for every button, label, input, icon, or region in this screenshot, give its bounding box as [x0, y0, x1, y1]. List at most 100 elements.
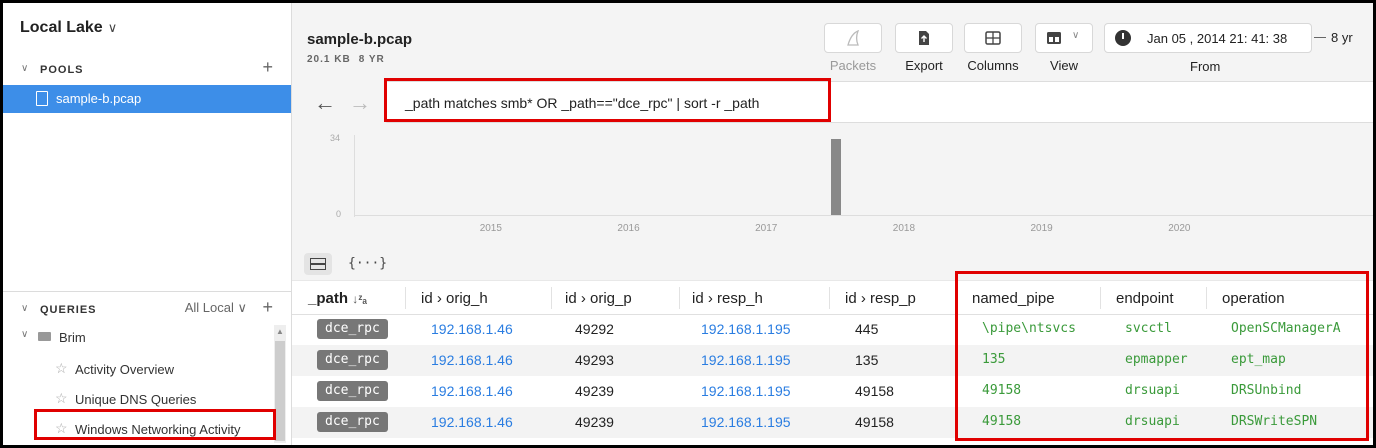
chevron-down-icon: ∨ — [1072, 30, 1080, 41]
queries-section-header[interactable]: ∨ QUERIES All Local ∨ + — [3, 297, 291, 323]
path-badge[interactable]: dce_rpc — [317, 319, 388, 339]
highlight-box-columns — [955, 271, 1369, 441]
query-folder-brim[interactable]: ∨ Brim — [3, 325, 273, 349]
query-item-activity-overview[interactable]: ☆ Activity Overview — [3, 356, 273, 382]
orig-p-cell[interactable]: 49292 — [575, 321, 614, 337]
file-icon — [36, 91, 48, 106]
x-tick-label: 2019 — [1030, 223, 1053, 234]
pools-section-header[interactable]: ∨ POOLS + — [3, 57, 291, 83]
table-view-tab[interactable] — [304, 253, 332, 275]
pool-title: sample-b.pcap — [307, 31, 413, 48]
column-resizer[interactable] — [679, 287, 680, 309]
columns-icon — [985, 31, 1001, 45]
resp-p-cell[interactable]: 135 — [855, 352, 878, 368]
x-tick-label: 2016 — [617, 223, 640, 234]
lake-selector[interactable]: Local Lake ∨ — [20, 19, 117, 37]
histogram-bar[interactable] — [830, 139, 841, 215]
x-axis — [354, 215, 1373, 216]
queries-scope-label: All Local — [184, 300, 234, 315]
query-item-label: Unique DNS Queries — [75, 392, 197, 407]
column-header-orig-p[interactable]: id › orig_p — [565, 290, 632, 307]
highlight-box-query — [34, 409, 276, 440]
scroll-up-icon[interactable]: ▲ — [276, 327, 284, 336]
json-view-tab[interactable]: {···} — [348, 256, 387, 271]
range-separator — [1314, 37, 1326, 38]
histogram-chart: 34 0 2015 2016 2017 2018 2019 2020 — [292, 127, 1373, 245]
pool-item-sample-b[interactable]: sample-b.pcap — [3, 85, 291, 113]
column-header-resp-h[interactable]: id › resp_h — [692, 290, 763, 307]
x-tick-label: 2017 — [755, 223, 778, 234]
packets-button[interactable]: Packets — [824, 23, 882, 73]
export-icon — [919, 31, 929, 45]
collapse-caret-icon[interactable]: ∨ — [21, 303, 29, 314]
collapse-caret-icon[interactable]: ∨ — [21, 63, 29, 74]
table-icon — [310, 258, 326, 270]
query-folder-label: Brim — [59, 330, 86, 345]
column-resizer[interactable] — [829, 287, 830, 309]
queries-scope-dropdown[interactable]: All Local ∨ — [185, 300, 247, 316]
column-header-path[interactable]: _path ↓ᶻₐ — [308, 290, 367, 307]
resp-h-cell[interactable]: 192.168.1.195 — [701, 414, 791, 430]
orig-h-cell[interactable]: 192.168.1.46 — [431, 352, 513, 368]
columns-button[interactable]: Columns — [964, 23, 1022, 73]
star-icon[interactable]: ☆ — [55, 390, 68, 407]
add-query-button[interactable]: + — [262, 297, 274, 318]
pool-meta: 20.1 KB 8 YR — [307, 54, 393, 65]
pool-item-label: sample-b.pcap — [56, 91, 142, 106]
packets-label: Packets — [829, 58, 877, 73]
y-tick-label: 0 — [336, 209, 342, 219]
column-header-resp-p[interactable]: id › resp_p — [845, 290, 916, 307]
x-tick-label: 2020 — [1168, 223, 1191, 234]
scrollbar-thumb[interactable] — [275, 341, 285, 441]
from-label: From — [1190, 59, 1221, 74]
path-badge[interactable]: dce_rpc — [317, 412, 388, 432]
shark-fin-icon — [847, 30, 860, 46]
resp-p-cell[interactable]: 49158 — [855, 383, 894, 399]
column-header-orig-h[interactable]: id › orig_h — [421, 290, 488, 307]
folder-icon — [38, 332, 51, 341]
add-pool-button[interactable]: + — [262, 57, 274, 78]
chevron-down-icon: ∨ — [107, 20, 118, 35]
path-badge[interactable]: dce_rpc — [317, 381, 388, 401]
query-item-label: Activity Overview — [75, 362, 174, 377]
export-button[interactable]: Export — [895, 23, 953, 73]
highlight-box-search — [384, 78, 831, 122]
resp-p-cell[interactable]: 49158 — [855, 414, 894, 430]
forward-arrow-icon[interactable]: → — [349, 90, 371, 116]
column-resizer[interactable] — [551, 287, 552, 309]
columns-label: Columns — [967, 58, 1019, 73]
from-date-picker[interactable]: Jan 05 , 2014 21: 41: 38 — [1104, 23, 1312, 53]
from-date-value: Jan 05 , 2014 21: 41: 38 — [1147, 31, 1288, 46]
view-layout-icon — [1047, 32, 1061, 44]
y-tick-label: 34 — [330, 133, 341, 143]
x-tick-label: 2015 — [479, 223, 502, 234]
resp-h-cell[interactable]: 192.168.1.195 — [701, 352, 791, 368]
orig-h-cell[interactable]: 192.168.1.46 — [431, 383, 513, 399]
column-header-label: _path — [308, 290, 349, 307]
path-badge[interactable]: dce_rpc — [317, 350, 388, 370]
app-window: Local Lake ∨ ∨ POOLS + sample-b.pcap ∨ QU… — [3, 3, 1373, 445]
orig-h-cell[interactable]: 192.168.1.46 — [431, 321, 513, 337]
star-icon[interactable]: ☆ — [55, 360, 68, 377]
lake-title: Local Lake — [20, 19, 103, 36]
x-tick-label: 2018 — [892, 223, 916, 234]
resp-p-cell[interactable]: 445 — [855, 321, 878, 337]
resp-h-cell[interactable]: 192.168.1.195 — [701, 321, 791, 337]
orig-p-cell[interactable]: 49239 — [575, 414, 614, 430]
sort-desc-icon: ↓ᶻₐ — [352, 292, 368, 306]
pool-age: 8 YR — [358, 54, 385, 65]
span-picker[interactable]: 8 yr — [1331, 30, 1353, 45]
orig-p-cell[interactable]: 49293 — [575, 352, 614, 368]
export-label: Export — [905, 58, 943, 73]
view-button[interactable]: ∨ View — [1035, 23, 1093, 73]
column-resizer[interactable] — [405, 287, 406, 309]
orig-p-cell[interactable]: 49239 — [575, 383, 614, 399]
collapse-caret-icon[interactable]: ∨ — [21, 329, 28, 340]
back-arrow-icon[interactable]: ← — [314, 90, 336, 116]
resp-h-cell[interactable]: 192.168.1.195 — [701, 383, 791, 399]
clock-icon — [1115, 30, 1131, 46]
pool-size: 20.1 KB — [307, 54, 351, 65]
orig-h-cell[interactable]: 192.168.1.46 — [431, 414, 513, 430]
sidebar: Local Lake ∨ ∨ POOLS + sample-b.pcap ∨ QU… — [3, 3, 292, 445]
y-axis — [354, 135, 355, 217]
